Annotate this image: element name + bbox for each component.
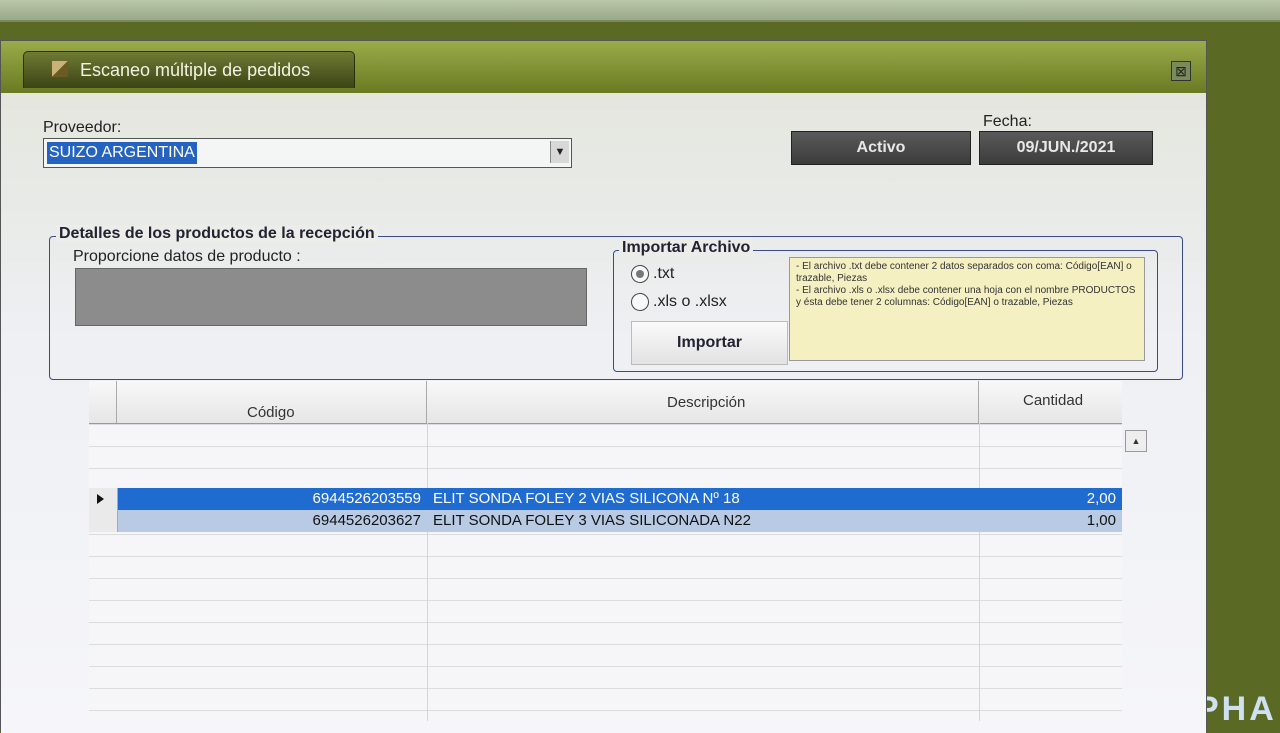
window-title: Escaneo múltiple de pedidos [80, 60, 311, 80]
cell-descripcion[interactable]: ELIT SONDA FOLEY 2 VIAS SILICONA Nº 18 [433, 488, 973, 510]
window-body: Proveedor: SUIZO ARGENTINA ▼ Activo Fech… [1, 93, 1206, 733]
cell-cantidad[interactable]: 1,00 [979, 510, 1120, 532]
table-row[interactable]: 6944526203627 ELIT SONDA FOLEY 3 VIAS SI… [89, 510, 1122, 532]
proveedor-selected-value: SUIZO ARGENTINA [47, 142, 197, 164]
background-brand-text: PHA [1196, 690, 1277, 728]
products-grid: Código Descripción Cantidad 694452620355… [89, 381, 1122, 721]
cell-descripcion[interactable]: ELIT SONDA FOLEY 3 VIAS SILICONADA N22 [433, 510, 973, 532]
scroll-up-icon[interactable]: ▲ [1125, 430, 1147, 452]
radio-xls-label: .xls o .xlsx [653, 293, 727, 310]
instruction-line-txt: - El archivo .txt debe contener 2 datos … [796, 261, 1132, 284]
importar-button[interactable]: Importar [631, 321, 788, 365]
fecha-field[interactable]: 09/JUN./2021 [979, 131, 1153, 165]
column-header-descripcion[interactable]: Descripción [427, 381, 979, 423]
column-codigo-label: Código [247, 404, 295, 421]
import-instructions: - El archivo .txt debe contener 2 datos … [789, 257, 1145, 361]
window-app-icon [52, 61, 68, 77]
column-header-codigo[interactable]: Código [117, 381, 427, 423]
radio-txt[interactable] [631, 265, 649, 283]
column-header-cantidad[interactable]: Cantidad [979, 381, 1122, 423]
chevron-down-icon[interactable]: ▼ [550, 141, 569, 163]
cell-codigo[interactable]: 6944526203559 [117, 488, 425, 510]
row-header[interactable] [89, 510, 118, 532]
grid-divider [427, 423, 428, 721]
column-descripcion-label: Descripción [667, 394, 746, 411]
import-group-legend: Importar Archivo [619, 239, 754, 257]
proveedor-label: Proveedor: [43, 119, 122, 136]
cell-cantidad[interactable]: 2,00 [979, 488, 1120, 510]
fecha-label: Fecha: [983, 113, 1032, 130]
window-title-tab: Escaneo múltiple de pedidos [23, 51, 355, 88]
proveedor-combobox[interactable]: SUIZO ARGENTINA ▼ [43, 138, 572, 168]
column-cantidad-label: Cantidad [1023, 392, 1084, 409]
current-row-arrow-icon [97, 494, 104, 504]
status-activo-button[interactable]: Activo [791, 131, 971, 165]
instruction-line-xls: - El archivo .xls o .xlsx debe contener … [796, 285, 1136, 308]
scan-orders-window: Escaneo múltiple de pedidos ⊠ Proveedor:… [0, 40, 1207, 733]
close-button[interactable]: ⊠ [1171, 61, 1191, 81]
row-header[interactable] [89, 488, 118, 510]
grid-corner [89, 381, 117, 423]
radio-txt-label: .txt [653, 265, 675, 282]
radio-xls[interactable] [631, 293, 649, 311]
grid-header: Código Descripción Cantidad [89, 381, 1122, 424]
window-titlebar: Escaneo múltiple de pedidos ⊠ [1, 41, 1206, 93]
cell-codigo[interactable]: 6944526203627 [117, 510, 425, 532]
table-row[interactable]: 6944526203559 ELIT SONDA FOLEY 2 VIAS SI… [89, 488, 1122, 510]
product-data-prompt: Proporcione datos de producto : [73, 248, 301, 265]
grid-divider [979, 423, 980, 721]
outer-frame [0, 0, 1280, 22]
details-group-legend: Detalles de los productos de la recepció… [56, 225, 378, 243]
product-data-input[interactable] [75, 268, 587, 326]
